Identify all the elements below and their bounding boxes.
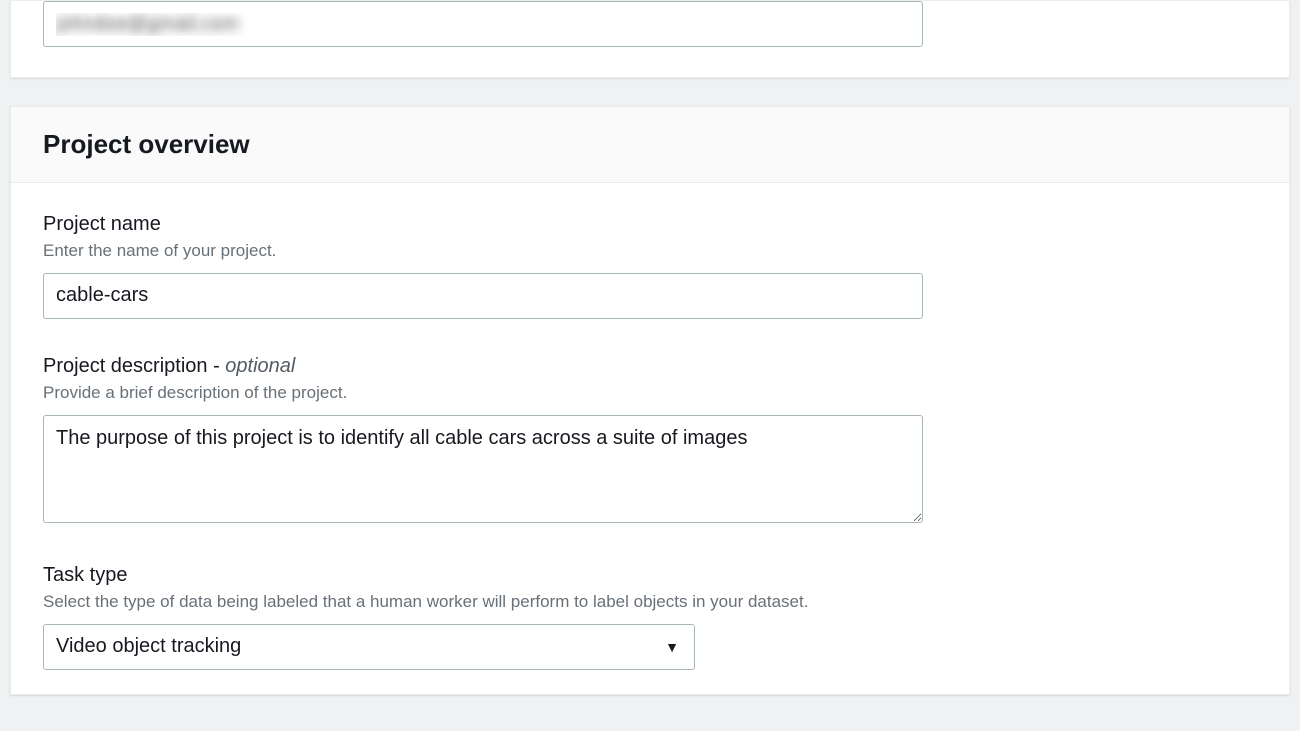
task-type-help: Select the type of data being labeled th… [43,591,1257,614]
project-description-textarea[interactable] [43,415,923,523]
project-overview-panel: Project overview Project name Enter the … [10,106,1290,695]
project-description-label: Project description - optional [43,353,1257,380]
project-description-group: Project description - optional Provide a… [43,353,1257,528]
project-name-help: Enter the name of your project. [43,240,1257,263]
project-name-input[interactable] [43,273,923,319]
task-type-group: Task type Select the type of data being … [43,562,1257,670]
email-label: Business email address [43,0,1257,1]
task-type-label: Task type [43,562,1257,589]
task-type-select[interactable]: Video object tracking [43,624,695,670]
business-email-input[interactable] [43,1,923,47]
project-overview-header: Project overview [11,107,1289,183]
contact-panel: Business email address [10,0,1290,78]
project-overview-heading: Project overview [43,129,1257,160]
project-description-help: Provide a brief description of the proje… [43,382,1257,405]
project-name-label: Project name [43,211,1257,238]
project-name-group: Project name Enter the name of your proj… [43,211,1257,319]
